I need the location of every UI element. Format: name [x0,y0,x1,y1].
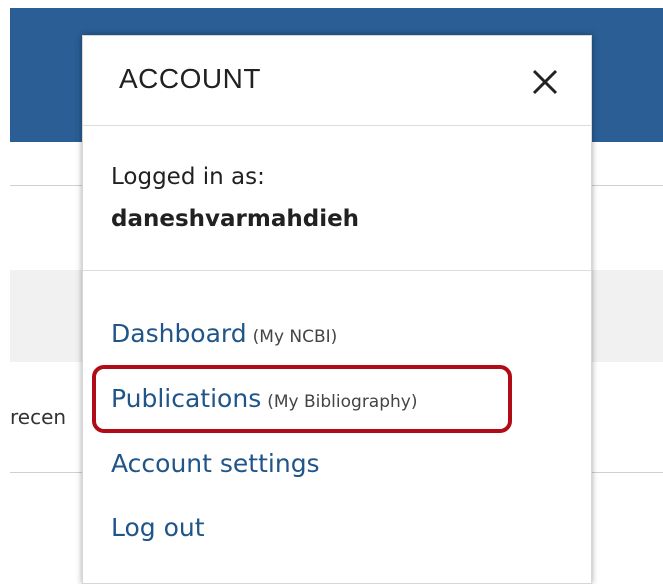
username: daneshvarmahdieh [111,206,360,232]
background-partial-text: recen [10,405,67,429]
menu-item-label[interactable]: Log out [111,513,205,542]
menu-item-sublabel: (My NCBI) [252,327,338,347]
menu-item-dashboard[interactable]: Dashboard (My NCBI) [111,319,337,348]
highlight-annotation [92,365,512,433]
close-icon [532,69,558,95]
close-button[interactable] [523,60,567,104]
account-panel: ACCOUNT Logged in as: daneshvarmahdieh D… [82,35,592,584]
menu-item-account-settings[interactable]: Account settings [111,449,320,478]
logged-in-section: Logged in as: daneshvarmahdieh [83,126,591,271]
panel-title: ACCOUNT [119,63,261,94]
menu-item-label[interactable]: Account settings [111,449,320,478]
menu-item-log-out[interactable]: Log out [111,513,205,542]
menu-item-label[interactable]: Dashboard [111,319,247,348]
account-panel-header: ACCOUNT [83,36,591,126]
logged-in-label: Logged in as: [111,164,265,190]
